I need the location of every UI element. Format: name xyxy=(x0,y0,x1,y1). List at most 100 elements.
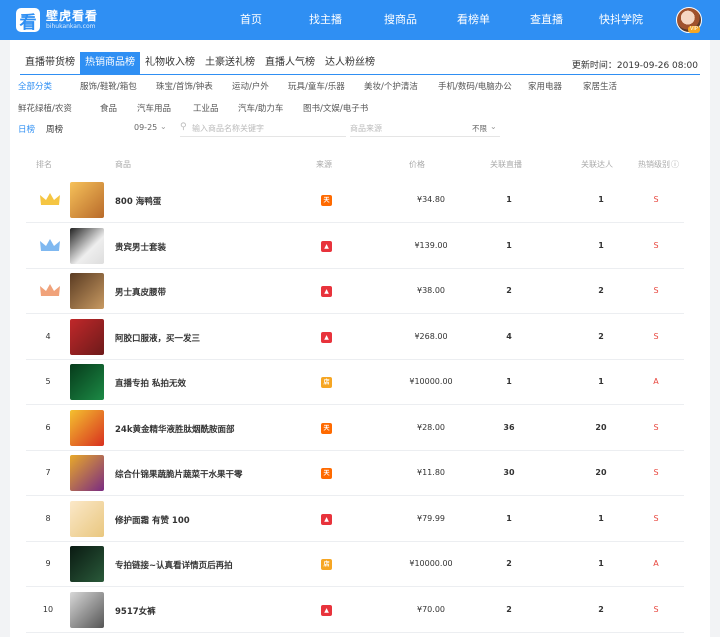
date-select[interactable]: 09-25 xyxy=(134,123,157,132)
category-row-1: 全部分类 服饰/鞋靴/箱包 珠宝/首饰/钟表 运动/户外 玩具/童车/乐器 美妆… xyxy=(18,80,708,92)
rank-number: 8 xyxy=(45,513,51,523)
product-title[interactable]: 贵宾男士套装 xyxy=(115,241,166,253)
table-row[interactable]: 4 阿胶口服液，买一发三 ▲ ¥268.00 4 2 S xyxy=(26,315,684,360)
product-thumbnail[interactable] xyxy=(70,455,104,491)
tabs-divider xyxy=(20,74,700,75)
product-thumbnail[interactable] xyxy=(70,318,104,355)
table-row[interactable]: 8 修护面霜 有赞 100 ▲ ¥79.99 1 1 S xyxy=(26,497,684,542)
column-header-price: 价格 xyxy=(409,160,425,169)
nav-rankings[interactable]: 看榜单 xyxy=(457,11,490,27)
table-row[interactable]: 10 9517女裤 ▲ ¥70.00 2 2 S xyxy=(26,588,684,633)
category-item[interactable]: 服饰/鞋靴/箱包 xyxy=(80,80,137,92)
category-item[interactable]: 全部分类 xyxy=(18,80,52,92)
hot-level: S xyxy=(653,331,659,341)
live-count: 2 xyxy=(506,559,512,568)
product-thumbnail[interactable] xyxy=(70,546,104,582)
tmall-source-icon: 天 xyxy=(321,195,332,206)
product-title[interactable]: 阿胶口服液，买一发三 xyxy=(115,332,200,344)
hot-level: S xyxy=(653,422,659,432)
nav-home[interactable]: 首页 xyxy=(240,11,262,27)
product-title[interactable]: 综合什锦果蔬脆片蔬菜干水果干零 xyxy=(115,468,243,480)
product-title[interactable]: 直播专拍 私拍无效 xyxy=(115,377,186,389)
nav-find-streamer[interactable]: 找主播 xyxy=(309,11,342,27)
category-item[interactable]: 汽车用品 xyxy=(137,102,171,114)
category-item[interactable]: 鲜花绿植/农资 xyxy=(18,102,72,114)
main-panel: 直播带货榜 热销商品榜 礼物收入榜 土豪送礼榜 直播人气榜 达人粉丝榜 更新时间… xyxy=(10,40,710,637)
source-placeholder: 商品来源 xyxy=(350,124,382,133)
category-item[interactable]: 玩具/童车/乐器 xyxy=(288,80,345,92)
product-thumbnail[interactable] xyxy=(70,182,104,218)
product-title[interactable]: 24k黄金精华液胜肽烟酰胺面部 xyxy=(115,423,234,435)
product-thumbnail[interactable] xyxy=(70,591,104,628)
hot-level: A xyxy=(653,559,659,568)
product-thumbnail[interactable] xyxy=(70,273,104,309)
help-icon[interactable]: ⓘ xyxy=(671,159,679,170)
product-title[interactable]: 9517女裤 xyxy=(115,605,156,617)
shop-source-icon: 店 xyxy=(321,377,332,388)
product-thumbnail[interactable] xyxy=(70,500,104,537)
talent-count: 1 xyxy=(598,513,604,523)
category-item[interactable]: 汽车/助力车 xyxy=(238,102,283,114)
table-row[interactable]: 800 海鸭蛋 天 ¥34.80 1 1 S xyxy=(26,178,684,223)
tab-big-spenders[interactable]: 土豪送礼榜 xyxy=(200,52,260,74)
tab-live-sales[interactable]: 直播带货榜 xyxy=(20,52,80,74)
table-row[interactable]: 7 综合什锦果蔬脆片蔬菜干水果干零 天 ¥11.80 30 20 S xyxy=(26,451,684,496)
product-title[interactable]: 修护面霜 有赞 100 xyxy=(115,514,190,526)
category-item[interactable]: 家用电器 xyxy=(528,80,562,92)
table-row[interactable]: 男士真皮腰带 ▲ ¥38.00 2 2 S xyxy=(26,269,684,314)
table-row[interactable]: 贵宾男士套装 ▲ ¥139.00 1 1 S xyxy=(26,224,684,269)
category-item[interactable]: 美妆/个护清洁 xyxy=(364,80,418,92)
category-item[interactable]: 食品 xyxy=(100,102,117,114)
product-thumbnail[interactable] xyxy=(70,364,104,400)
category-item[interactable]: 运动/户外 xyxy=(232,80,269,92)
talent-count: 20 xyxy=(595,422,607,432)
category-item[interactable]: 手机/数码/电脑办公 xyxy=(438,80,512,92)
product-title[interactable]: 800 海鸭蛋 xyxy=(115,195,161,207)
tmall-source-icon: 天 xyxy=(321,468,332,479)
product-title[interactable]: 男士真皮腰带 xyxy=(115,286,166,298)
live-count: 2 xyxy=(506,604,512,614)
category-item[interactable]: 家居生活 xyxy=(583,80,617,92)
hot-level: S xyxy=(653,286,659,295)
category-item[interactable]: 图书/文娱/电子书 xyxy=(303,102,368,114)
product-price: ¥79.99 xyxy=(417,513,445,523)
product-title[interactable]: 专拍链接~认真看详情页后再拍 xyxy=(115,559,233,571)
talent-count: 1 xyxy=(598,195,604,204)
hot-level: S xyxy=(653,468,659,477)
hot-level: S xyxy=(653,513,659,523)
table-row[interactable]: 6 24k黄金精华液胜肽烟酰胺面部 天 ¥28.00 36 20 S xyxy=(26,406,684,451)
talent-count: 2 xyxy=(598,604,604,614)
column-header-talent: 关联达人 xyxy=(581,160,613,169)
crown-icon xyxy=(40,238,60,251)
product-price: ¥10000.00 xyxy=(409,559,453,568)
source-select[interactable]: 商品来源 不限 xyxy=(350,120,500,137)
tab-live-popularity[interactable]: 直播人气榜 xyxy=(260,52,320,74)
live-count: 4 xyxy=(506,331,512,341)
search-input[interactable] xyxy=(192,121,342,135)
product-thumbnail[interactable] xyxy=(70,409,104,446)
product-price: ¥34.80 xyxy=(417,195,445,204)
product-thumbnail[interactable] xyxy=(70,227,104,264)
nav-live-search[interactable]: 查直播 xyxy=(530,11,563,27)
weekly-rank-toggle[interactable]: 周榜 xyxy=(46,123,63,135)
category-item[interactable]: 工业品 xyxy=(193,102,219,114)
nav-search-product[interactable]: 搜商品 xyxy=(384,11,417,27)
crown-icon xyxy=(40,284,60,296)
tab-talent-fans[interactable]: 达人粉丝榜 xyxy=(320,52,380,74)
daily-rank-toggle[interactable]: 日榜 xyxy=(18,123,35,135)
nav-academy[interactable]: 快抖学院 xyxy=(599,11,643,27)
crown-icon xyxy=(40,193,60,205)
product-price: ¥70.00 xyxy=(417,604,445,614)
tab-gift-income[interactable]: 礼物收入榜 xyxy=(140,52,200,74)
tab-hot-products[interactable]: 热销商品榜 xyxy=(80,52,140,74)
table-row[interactable]: 9 专拍链接~认真看详情页后再拍 店 ¥10000.00 2 1 A xyxy=(26,542,684,587)
hot-level: S xyxy=(653,240,659,250)
live-count: 1 xyxy=(506,195,512,204)
douyin-source-icon: ▲ xyxy=(321,331,332,343)
hot-level: S xyxy=(653,195,659,204)
category-item[interactable]: 珠宝/首饰/钟表 xyxy=(156,80,213,92)
rank-number: 5 xyxy=(45,377,51,386)
douyin-source-icon: ▲ xyxy=(321,604,332,616)
table-row[interactable]: 5 直播专拍 私拍无效 店 ¥10000.00 1 1 A xyxy=(26,360,684,405)
site-logo[interactable]: 看 壁虎看看 bihukankan.com xyxy=(16,5,98,35)
